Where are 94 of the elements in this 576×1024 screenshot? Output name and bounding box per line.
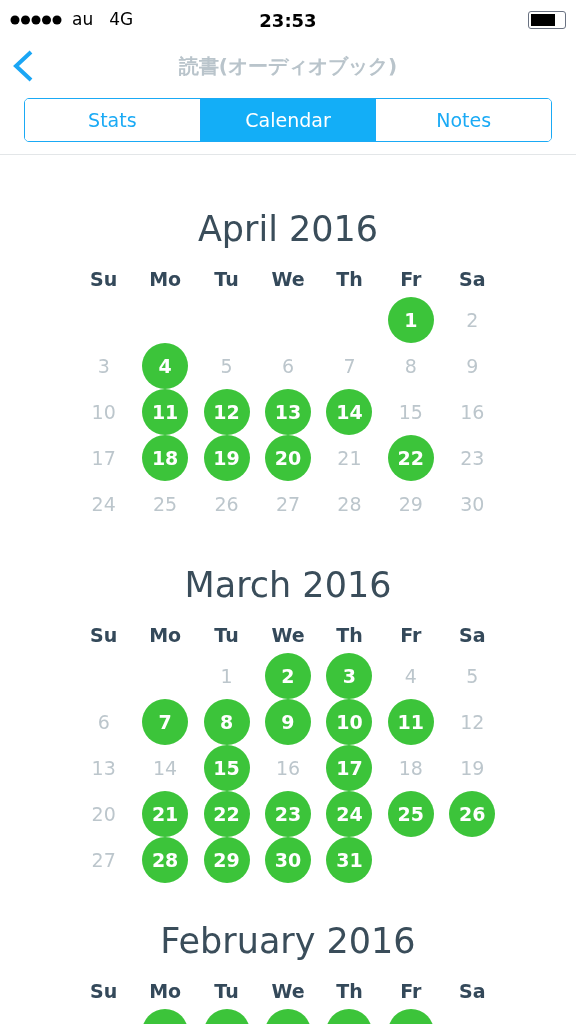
weekday-label: We: [271, 266, 305, 292]
marked-day: 10: [326, 699, 373, 745]
marked-day: 2: [265, 653, 311, 699]
marked-day: 15: [203, 745, 250, 791]
day-number: 30: [460, 491, 485, 517]
marked-day: 30: [265, 837, 311, 883]
marked-day: 21: [142, 791, 189, 837]
day-number: 27: [275, 491, 301, 517]
marked-day: 26: [449, 791, 496, 837]
marked-day: 20: [265, 435, 311, 481]
day-number: 27: [91, 847, 116, 873]
month-title: April 2016: [197, 208, 379, 251]
marked-day: 22: [203, 791, 250, 837]
day-number: 20: [91, 801, 116, 827]
weekday-label: Sa: [459, 622, 486, 648]
day-number: 16: [275, 755, 301, 781]
weekday-label: Sa: [459, 978, 486, 1004]
marked-day: 31: [326, 837, 373, 883]
marked-day: 25: [387, 791, 434, 837]
weekday-label: Su: [90, 266, 118, 292]
marked-day: 14: [326, 389, 373, 435]
marked-day: 22: [387, 435, 434, 481]
weekday-label: Tu: [214, 622, 239, 648]
weekday-label: Th: [336, 622, 363, 648]
day-number: 29: [398, 491, 423, 517]
segment-tab[interactable]: Calendar: [199, 99, 376, 141]
marked-day: 4: [142, 343, 189, 389]
weekday-label: Su: [90, 622, 118, 648]
day-number: 7: [343, 353, 356, 379]
marked-day: 17: [326, 745, 373, 791]
day-number: 5: [220, 353, 233, 379]
day-number: 25: [153, 491, 178, 517]
weekday-label: Th: [336, 978, 363, 1004]
day-number: 1: [220, 663, 233, 689]
month-title: March 2016: [184, 564, 392, 607]
day-number: 5: [466, 663, 479, 689]
day-number: 26: [214, 491, 239, 517]
day-number: 18: [398, 755, 423, 781]
month-title: February 2016: [160, 920, 416, 963]
battery-icon: [528, 11, 566, 29]
marked-day: 11: [142, 389, 189, 435]
marked-day: 28: [142, 837, 189, 883]
marked-day: 19: [203, 435, 250, 481]
day-number: 14: [153, 755, 178, 781]
day-number: 8: [404, 353, 417, 379]
weekday-label: Mo: [149, 978, 182, 1004]
day-number: 28: [337, 491, 362, 517]
day-number: 10: [91, 399, 116, 425]
weekday-label: Mo: [149, 266, 182, 292]
weekday-label: We: [271, 978, 305, 1004]
weekday-label: Fr: [400, 622, 422, 648]
day-number: 21: [337, 445, 362, 471]
back-button[interactable]: [12, 50, 34, 82]
clock-time: 23:53: [259, 8, 317, 33]
weekday-label: Su: [90, 978, 118, 1004]
day-number: 23: [460, 445, 485, 471]
marked-day: 24: [326, 791, 373, 837]
day-number: 15: [398, 399, 423, 425]
weekday-label: Sa: [459, 266, 486, 292]
day-number: 19: [460, 755, 485, 781]
nav-title: 読書(オーディオブック): [178, 53, 398, 80]
marked-day: 9: [265, 699, 311, 745]
carrier-name: au: [72, 8, 94, 32]
day-number: 12: [460, 709, 485, 735]
marked-day: 12: [203, 389, 250, 435]
weekday-label: Fr: [400, 266, 422, 292]
weekday-label: Th: [336, 266, 363, 292]
marked-day: 3: [326, 653, 373, 699]
day-number: 2: [466, 307, 479, 333]
day-number: 4: [404, 663, 417, 689]
weekday-label: Tu: [214, 266, 239, 292]
weekday-label: We: [271, 622, 305, 648]
day-number: 16: [460, 399, 485, 425]
marked-day: 11: [387, 699, 434, 745]
day-number: 9: [466, 353, 479, 379]
marked-day: 13: [265, 389, 311, 435]
day-number: 6: [97, 709, 110, 735]
marked-day: 1: [387, 297, 434, 343]
network-type: 4G: [109, 8, 134, 32]
segment-tab[interactable]: Notes: [375, 99, 551, 141]
day-number: 6: [281, 353, 295, 379]
day-number: 3: [97, 353, 110, 379]
marked-day: 8: [203, 699, 250, 745]
marked-day: 7: [142, 699, 189, 745]
day-number: 24: [91, 491, 116, 517]
weekday-label: Tu: [214, 978, 239, 1004]
day-number: 17: [91, 445, 116, 471]
signal-icon: [10, 15, 62, 25]
weekday-label: Mo: [149, 622, 182, 648]
day-number: 13: [91, 755, 116, 781]
marked-day: 23: [265, 791, 311, 837]
marked-day: 29: [203, 837, 250, 883]
weekday-label: Fr: [400, 978, 422, 1004]
marked-day: 18: [142, 435, 189, 481]
